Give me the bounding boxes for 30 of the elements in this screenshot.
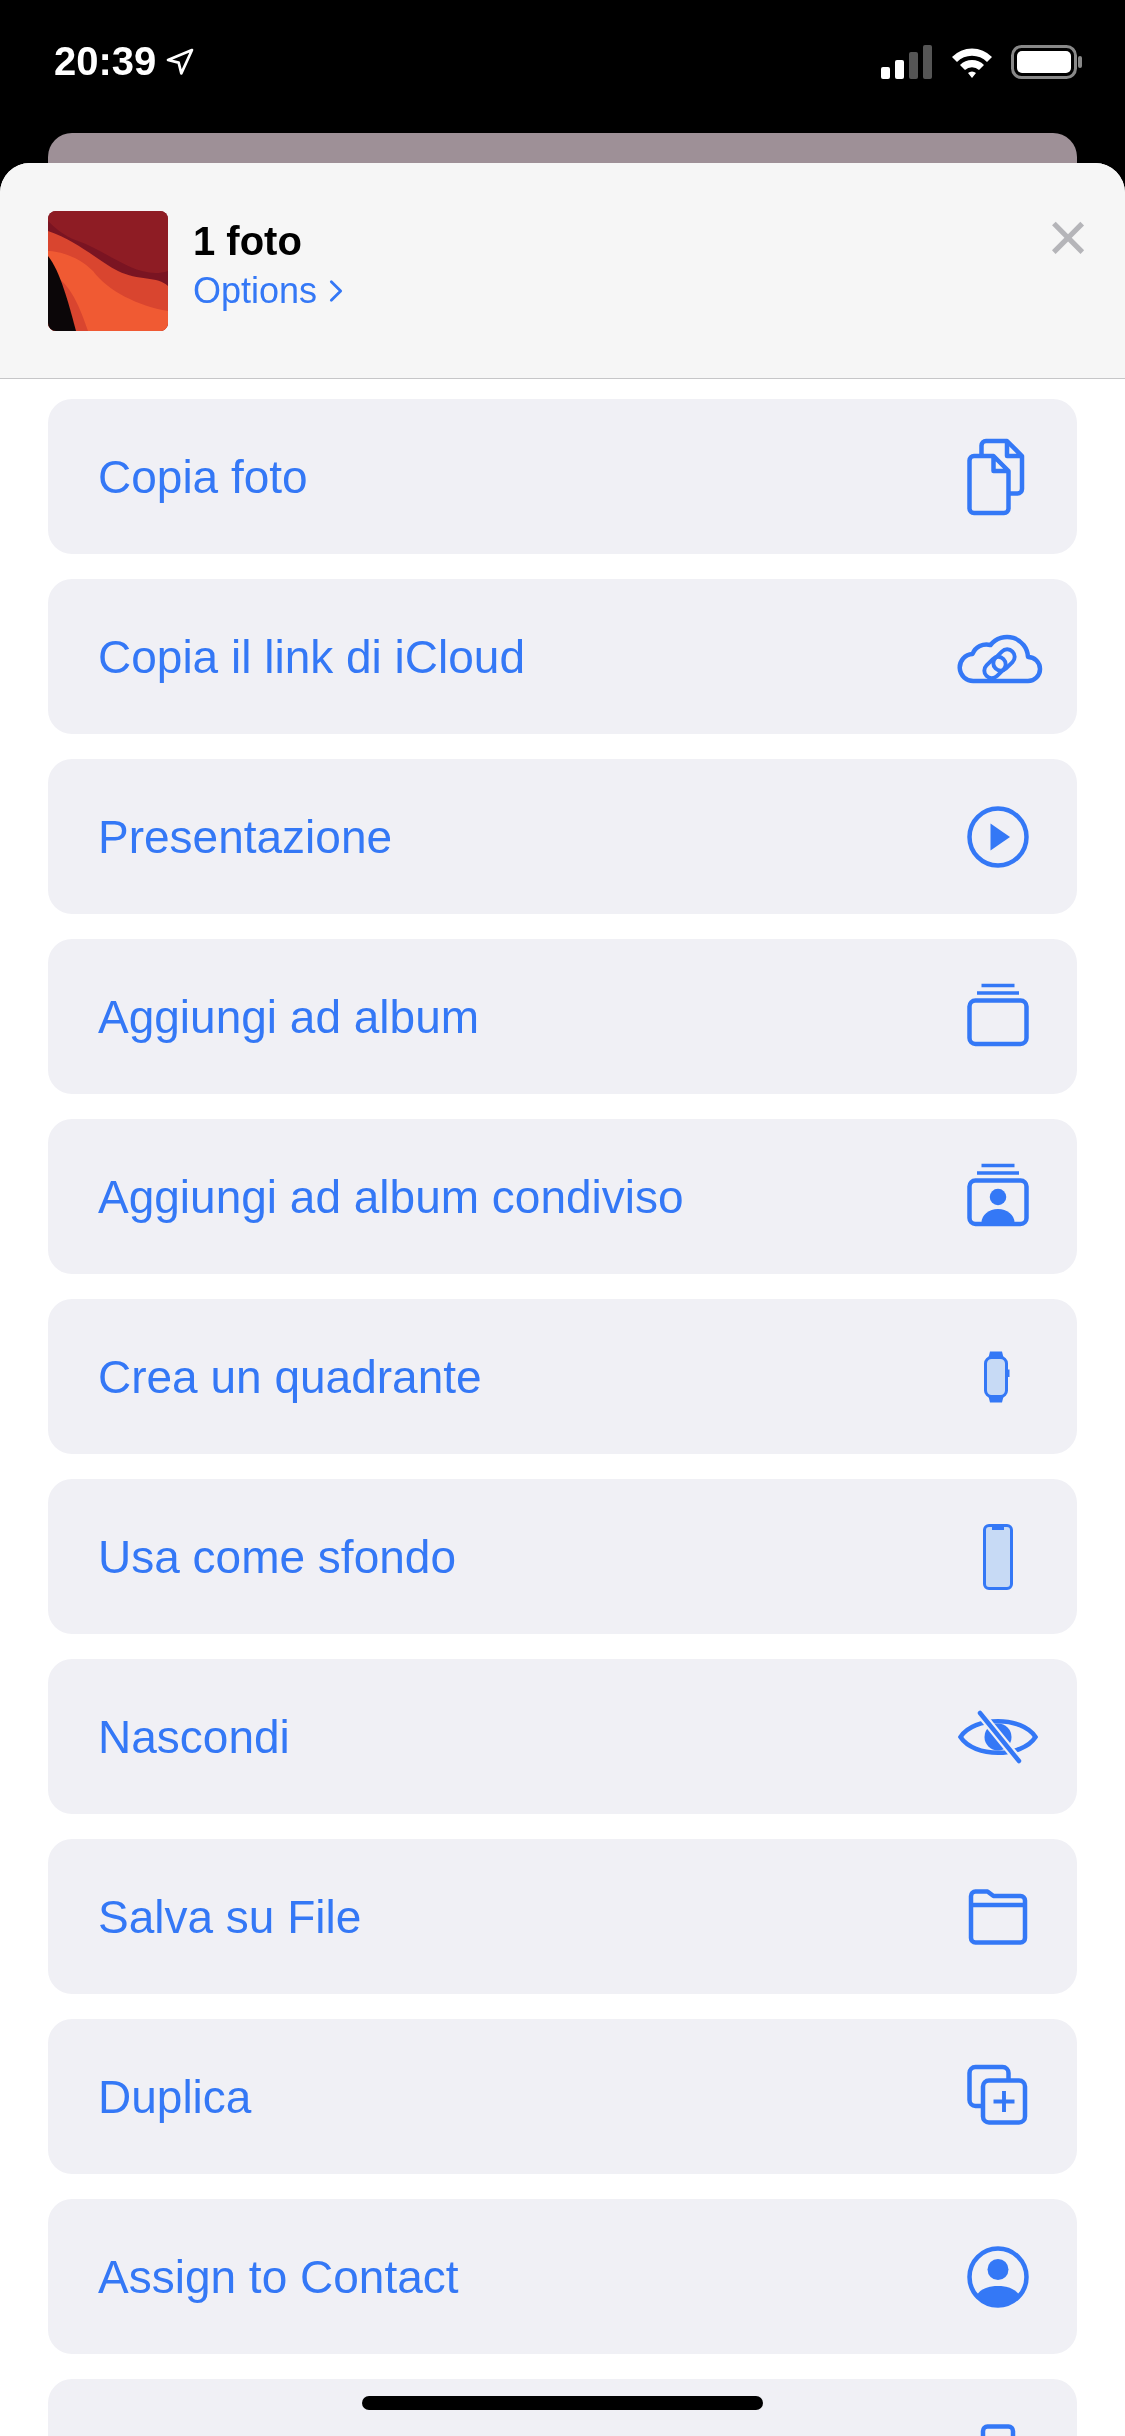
action-label: Nascondi [98, 1709, 290, 1764]
action-row[interactable]: Copia il link di iCloud [48, 579, 1077, 734]
action-row[interactable]: Nascondi [48, 1659, 1077, 1814]
action-row[interactable]: Aggiungi ad album [48, 939, 1077, 1094]
battery-icon [1011, 44, 1083, 79]
action-row[interactable]: Presentazione [48, 759, 1077, 914]
action-label: Copia il link di iCloud [98, 629, 525, 684]
action-row[interactable]: Salva su File [48, 1839, 1077, 1994]
share-title: 1 foto [193, 219, 303, 264]
chevron-icon [329, 279, 344, 303]
action-row[interactable]: Usa come sfondo [48, 1479, 1077, 1634]
action-label: Crea un quadrante [98, 1349, 482, 1404]
action-label: Usa come sfondo [98, 1529, 456, 1584]
action-row[interactable]: Duplica [48, 2019, 1077, 2174]
action-label: Presentazione [98, 809, 393, 864]
watch-icon [984, 1349, 1011, 1404]
action-label: Aggiungi ad album condiviso [98, 1169, 684, 1224]
action-row[interactable]: Copia foto [48, 399, 1077, 554]
action-label: Assign to Contact [98, 2249, 459, 2304]
action-row[interactable]: Crea un quadrante [48, 1299, 1077, 1454]
close-button[interactable]: × [1040, 207, 1095, 267]
action-row[interactable]: Aggiungi ad album condiviso [48, 1119, 1077, 1274]
status-time: 20:39 [54, 39, 157, 84]
signal-icon [881, 44, 933, 79]
action-label: Duplica [98, 2069, 252, 2124]
action-label: Aggiungi ad album [98, 989, 480, 1044]
options-link[interactable]: Options [193, 270, 344, 312]
action-row[interactable]: Assign to Contact [48, 2199, 1077, 2354]
action-label: Copia foto [98, 449, 308, 504]
action-label: Salva su File [98, 1889, 362, 1944]
